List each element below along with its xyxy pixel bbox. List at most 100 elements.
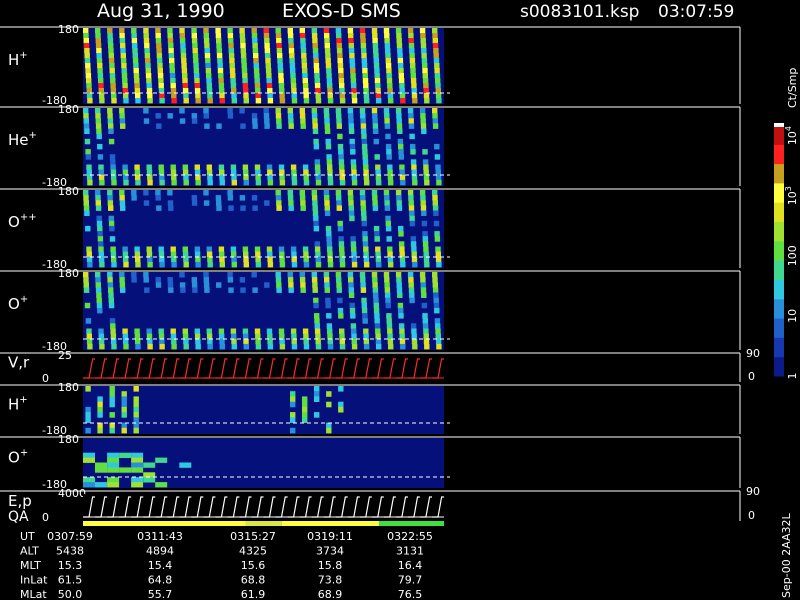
heatmap-cell [276, 38, 282, 44]
time-row-value: 68.9 [318, 588, 343, 600]
heatmap-cell [395, 272, 402, 278]
heatmap-cell [159, 338, 165, 345]
heatmap-cell [147, 98, 153, 104]
heatmap-cell [384, 287, 391, 293]
heatmap-cell [240, 43, 246, 49]
heatmap-cell [279, 338, 285, 345]
heatmap-cell [396, 38, 402, 44]
heatmap-cell [99, 343, 105, 350]
heatmap-cell [361, 215, 367, 222]
heatmap-cell [143, 272, 149, 278]
heatmap-cell [423, 246, 429, 252]
heatmap-cell [207, 338, 213, 345]
heatmap-cell [108, 292, 114, 298]
heatmap-cell [170, 169, 177, 176]
heatmap-cell [312, 118, 318, 124]
heatmap-cell [195, 174, 201, 181]
heatmap-cell [384, 200, 390, 206]
heatmap-cell [83, 287, 90, 293]
heatmap-cell [253, 53, 259, 59]
heatmap-cell [276, 123, 282, 129]
heatmap-cell [194, 246, 200, 252]
heatmap-cell [86, 78, 92, 84]
heatmap-cell [265, 63, 271, 69]
heatmap-cell [254, 246, 261, 252]
heatmap-cell [313, 63, 320, 69]
heatmap-cell [373, 138, 379, 145]
heatmap-cell [131, 190, 137, 196]
heatmap-cell [410, 73, 416, 79]
heatmap-cell [327, 256, 333, 263]
heatmap-cell [254, 78, 260, 84]
heatmap-cell [362, 149, 368, 155]
heatmap-cell [433, 302, 440, 309]
heatmap-cell [111, 93, 117, 99]
heatmap-cell [360, 113, 366, 119]
heatmap-cell [107, 200, 114, 206]
time-row-value: 68.8 [241, 574, 266, 587]
time-row-value: 50.0 [58, 588, 83, 600]
heatmap-cell [398, 231, 404, 237]
heatmap-cell [215, 33, 222, 39]
heatmap-cell [155, 277, 161, 283]
heatmap-cell [363, 174, 370, 181]
heatmap-cell [337, 143, 344, 150]
heatmap-cell [434, 63, 440, 69]
heatmap-cell [314, 396, 320, 402]
colorbar-segment [774, 163, 784, 184]
heatmap-cell [411, 338, 418, 345]
heatmap-cell [360, 205, 367, 211]
heatmap-cell [109, 63, 115, 69]
heatmap-cell [287, 195, 294, 201]
heatmap-cell [299, 195, 306, 201]
heatmap-cell [216, 282, 222, 288]
heatmap-cell [435, 174, 442, 181]
heatmap-cell [95, 287, 102, 293]
heatmap-cell [327, 169, 333, 176]
heatmap-cell [326, 401, 332, 408]
heatmap-cell [264, 282, 270, 288]
heatmap-cell [397, 302, 404, 309]
heatmap-cell [302, 78, 308, 84]
heatmap-cell [203, 108, 209, 114]
heatmap-cell [146, 251, 153, 258]
heatmap-cell [299, 113, 306, 119]
heatmap-cell [410, 63, 416, 69]
heatmap-cell [134, 83, 140, 89]
heatmap-cell [95, 190, 101, 196]
heatmap-cell [252, 123, 258, 129]
heatmap-cell [265, 53, 271, 59]
heatmap-cell [119, 33, 125, 39]
heatmap-cell [179, 108, 185, 114]
heatmap-cell [303, 338, 309, 345]
heatmap-cell [255, 169, 261, 176]
heatmap-cell [434, 236, 441, 242]
quality-bar-segment [379, 521, 444, 526]
heatmap-cell [110, 159, 116, 165]
heatmap-cell [251, 272, 257, 278]
heatmap-cell [156, 123, 162, 129]
heatmap-cell [194, 83, 200, 89]
heatmap-cell [348, 33, 354, 39]
heatmap-cell [411, 169, 417, 176]
heatmap-cell [159, 174, 165, 181]
heatmap-cell [375, 246, 381, 252]
heatmap-cell [300, 118, 306, 124]
colorbar-segment [774, 298, 784, 319]
heatmap-cell [99, 261, 105, 268]
colorbar-tick-label: 103 [784, 186, 799, 205]
right-tick-top: 90 [746, 485, 760, 498]
heatmap-cell [97, 154, 104, 160]
heatmap-cell [407, 190, 414, 196]
heatmap-cell [181, 68, 188, 74]
heatmap-cell [120, 53, 126, 59]
heatmap-cell [183, 93, 189, 99]
heatmap-cell [145, 73, 152, 79]
heatmap-cell [302, 406, 308, 413]
heatmap-cell [108, 297, 114, 304]
heatmap-cell [159, 343, 165, 350]
species-charge: + [29, 130, 37, 141]
time-row-value: 0307:59 [47, 530, 93, 543]
heatmap-cell [388, 98, 394, 104]
heatmap-cell [180, 53, 187, 59]
